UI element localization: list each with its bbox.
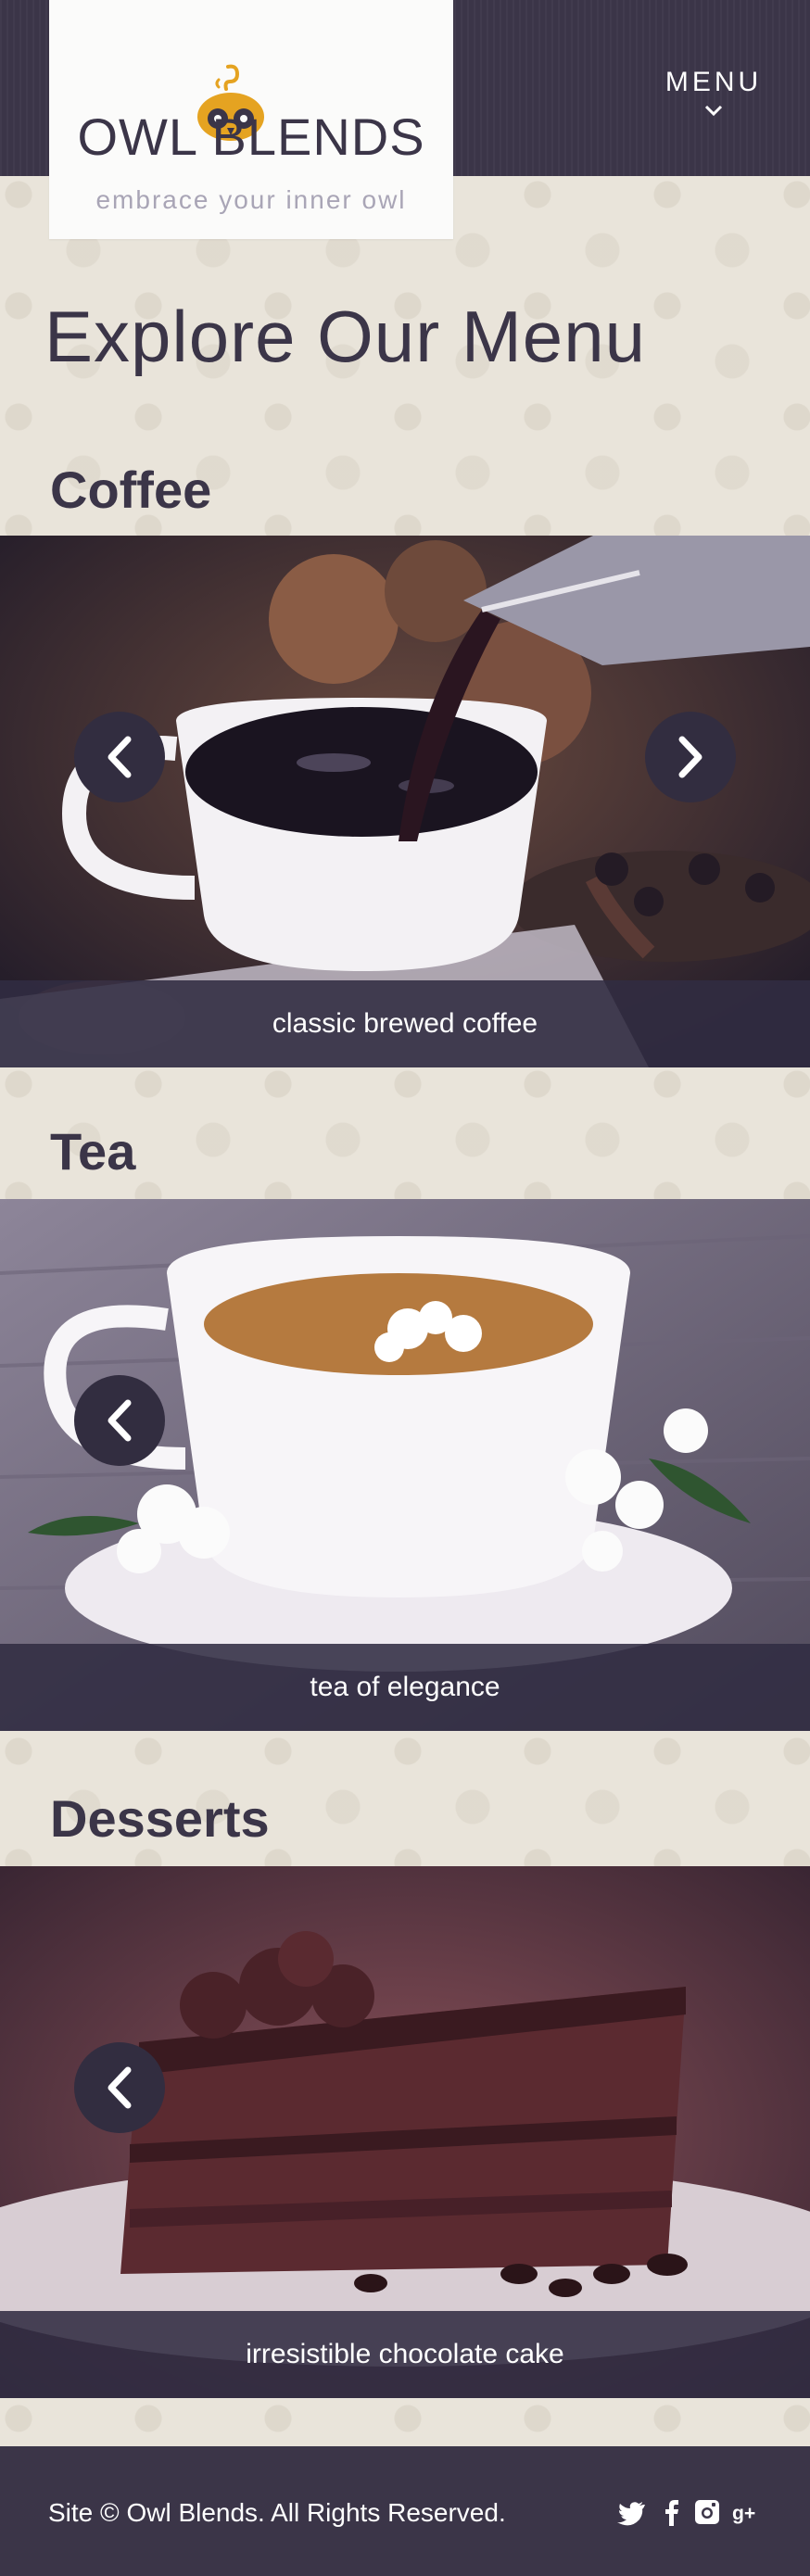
twitter-icon[interactable] [617, 2498, 645, 2526]
coffee-next-button[interactable] [645, 712, 736, 802]
desserts-caption: irresistible chocolate cake [0, 2311, 810, 2398]
chevron-left-icon [108, 736, 132, 778]
section-title-coffee: Coffee [50, 461, 212, 519]
facebook-icon[interactable] [658, 2498, 686, 2526]
section-title-tea: Tea [50, 1122, 136, 1181]
coffee-caption: classic brewed coffee [0, 980, 810, 1067]
logo[interactable]: OWL BLENDS embrace your inner owl [49, 0, 453, 239]
chevron-left-icon [108, 1399, 132, 1442]
tea-slider: tea of elegance [0, 1199, 810, 1731]
tea-caption: tea of elegance [0, 1644, 810, 1731]
chevron-left-icon [108, 2066, 132, 2109]
svg-text:g+: g+ [732, 2503, 755, 2524]
chevron-down-icon [704, 105, 723, 117]
logo-wordmark: OWL BLENDS [77, 107, 425, 166]
menu-label: MENU [664, 67, 763, 97]
section-title-desserts: Desserts [50, 1789, 270, 1848]
coffee-slider: classic brewed coffee [0, 536, 810, 1067]
google-plus-icon[interactable]: g+ [732, 2498, 760, 2526]
page-title: Explore Our Menu [44, 296, 646, 377]
instagram-icon[interactable] [693, 2498, 721, 2526]
menu-button[interactable]: MENU [649, 67, 778, 132]
desserts-prev-button[interactable] [74, 2042, 165, 2133]
chevron-right-icon [678, 736, 702, 778]
desserts-slider: irresistible chocolate cake [0, 1866, 810, 2398]
tea-prev-button[interactable] [74, 1375, 165, 1466]
copyright-text: Site © Owl Blends. All Rights Reserved. [48, 2498, 506, 2527]
logo-tagline: embrace your inner owl [95, 185, 407, 214]
coffee-prev-button[interactable] [74, 712, 165, 802]
site-footer: Site © Owl Blends. All Rights Reserved. … [0, 2446, 810, 2576]
